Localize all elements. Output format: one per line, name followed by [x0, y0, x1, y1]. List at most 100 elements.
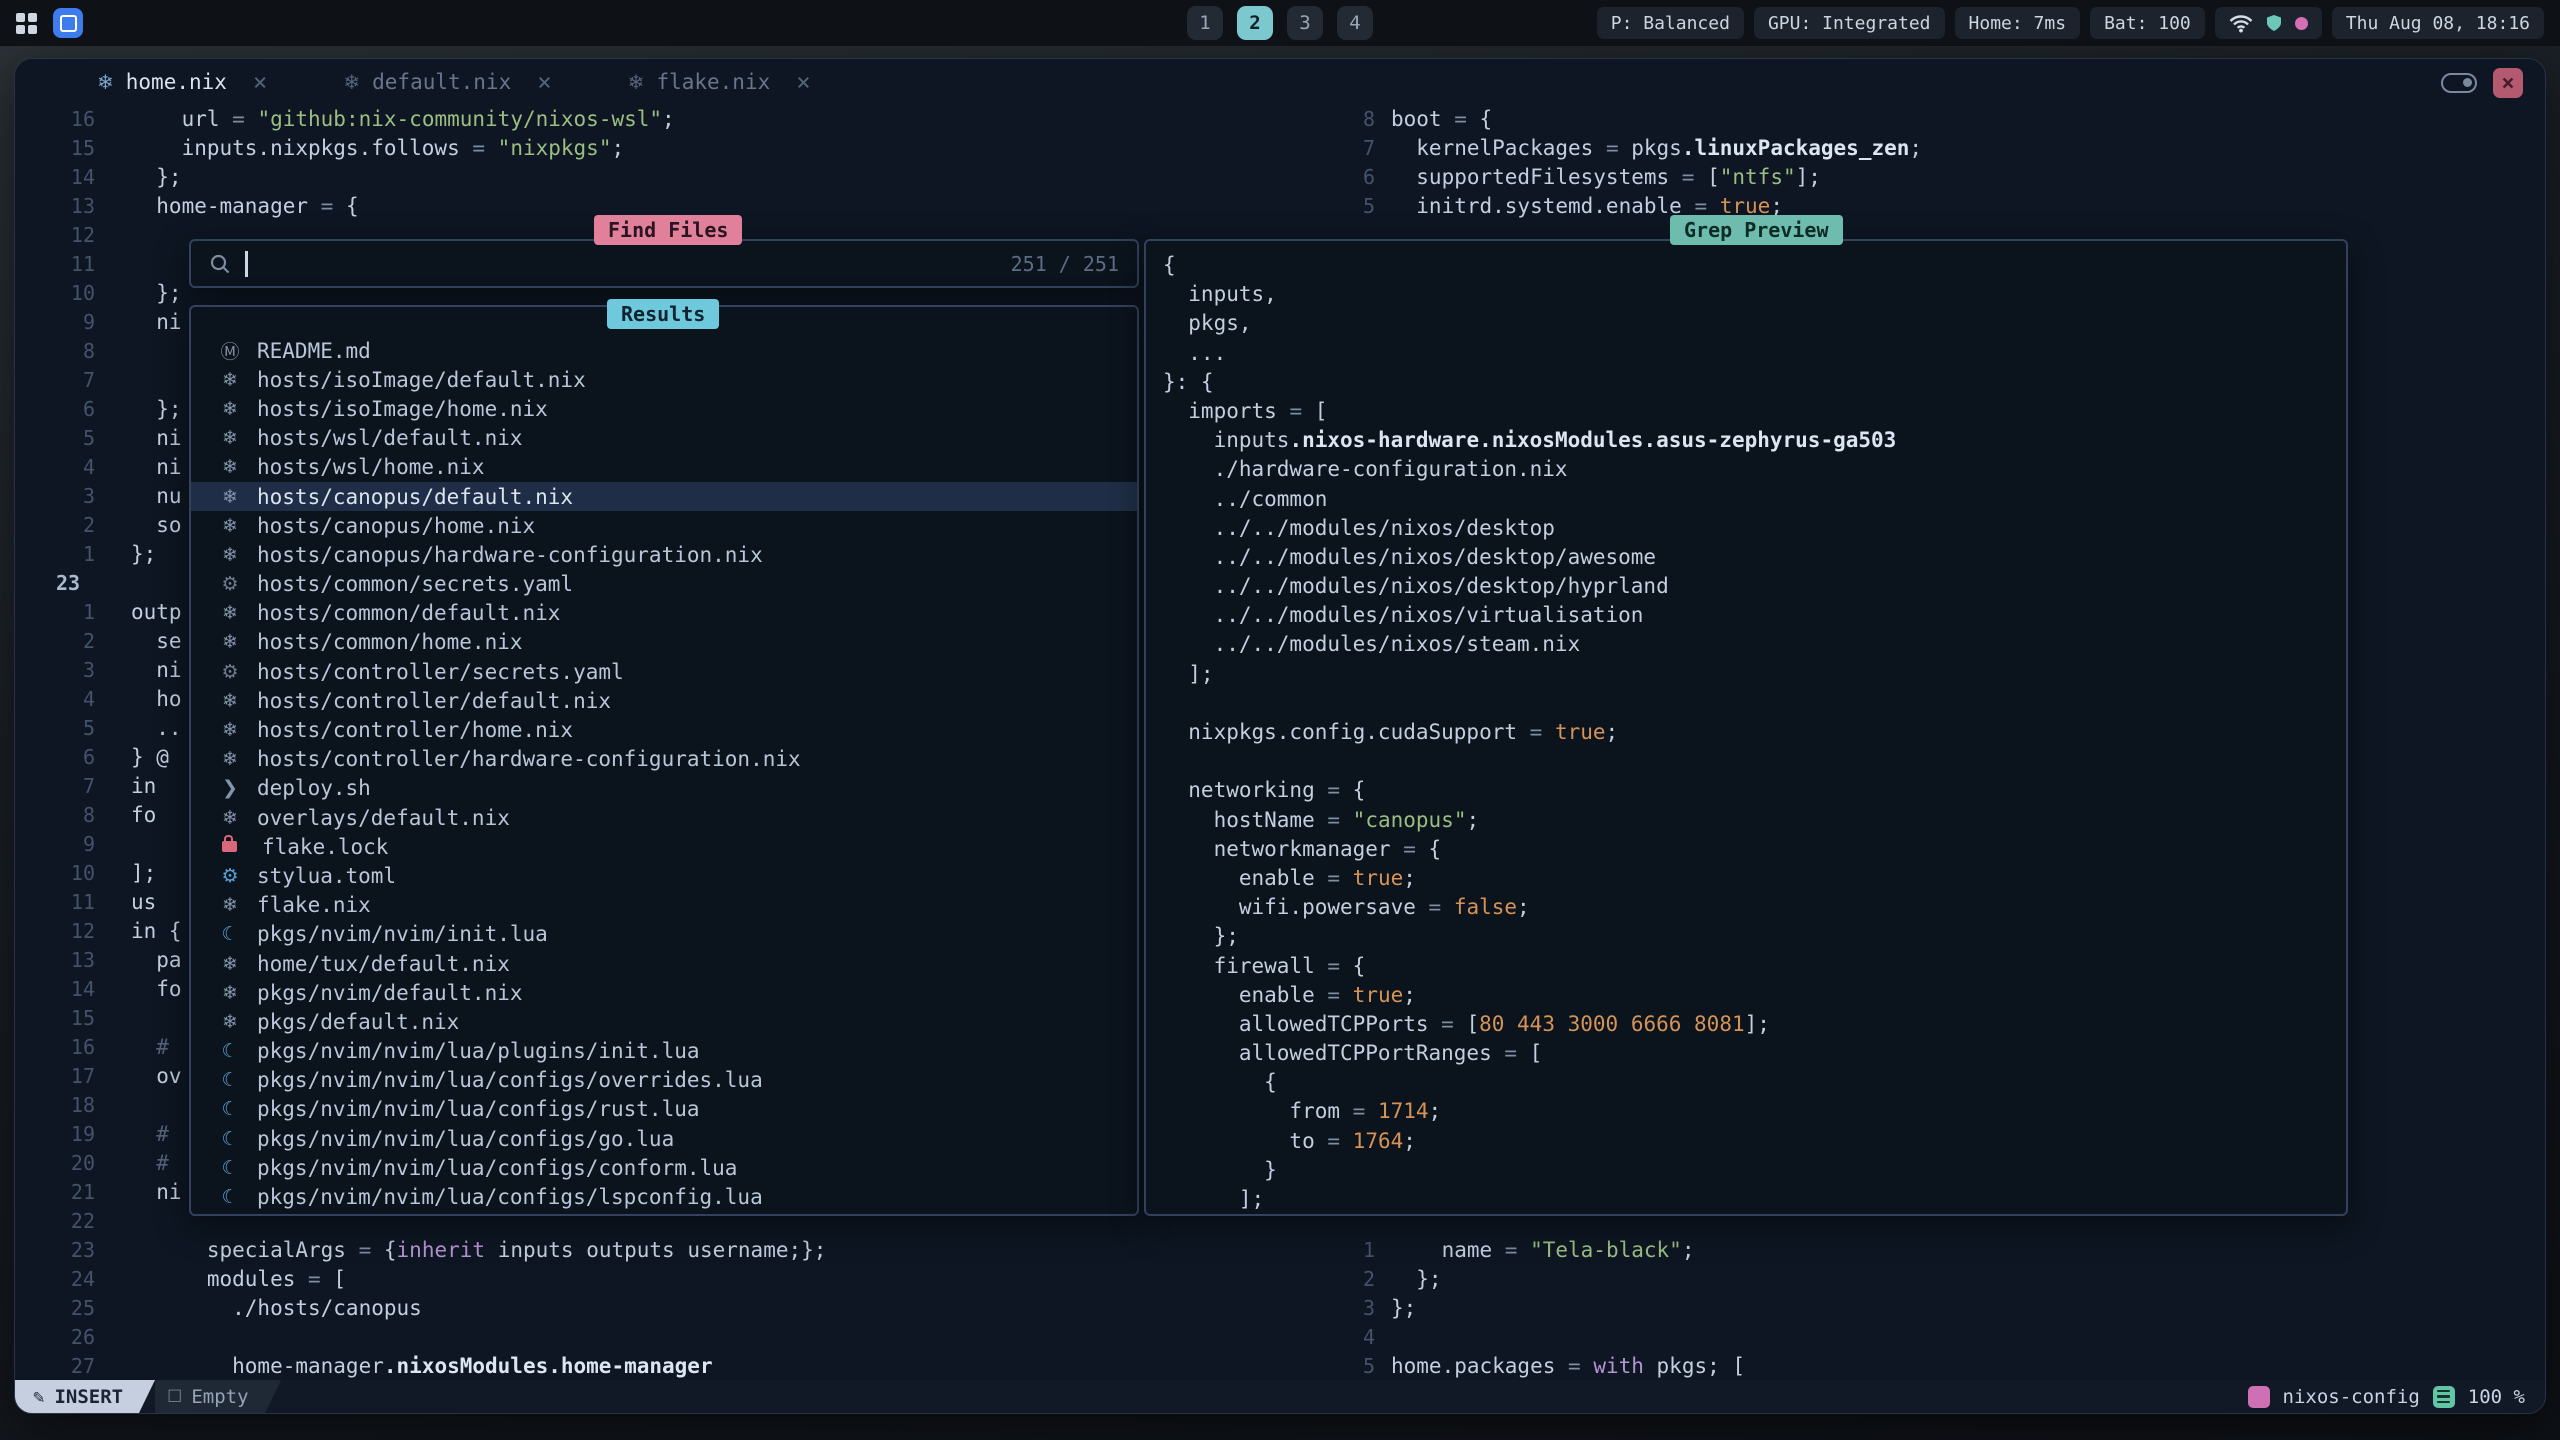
- line-number: 7: [15, 772, 95, 801]
- finder-result[interactable]: ❄hosts/wsl/home.nix: [191, 453, 1137, 482]
- code-line: 25 ./hosts/canopus: [15, 1294, 826, 1323]
- workspace-3[interactable]: 3: [1287, 6, 1323, 40]
- lua-file-icon: ☾: [217, 1157, 243, 1179]
- tab-default.nix[interactable]: ❄default.nix×: [305, 59, 589, 105]
- line-number: 1: [1319, 1236, 1375, 1265]
- tab-home.nix[interactable]: ❄home.nix×: [59, 59, 305, 105]
- finder-result[interactable]: ☾pkgs/nvim/nvim/lua/configs/rust.lua: [191, 1095, 1137, 1124]
- finder-result[interactable]: ❄hosts/common/home.nix: [191, 628, 1137, 657]
- code-line: 16 url = "github:nix-community/nixos-wsl…: [15, 105, 675, 134]
- finder-result[interactable]: ❯ deploy.sh: [191, 774, 1137, 803]
- finder-result[interactable]: ☾pkgs/nvim/nvim/lua/configs/go.lua: [191, 1124, 1137, 1153]
- search-icon: [209, 253, 231, 275]
- tray-module[interactable]: [2215, 7, 2322, 39]
- file-name: README.md: [257, 339, 371, 363]
- finder-result[interactable]: flake.lock: [191, 832, 1137, 861]
- finder-result[interactable]: ❄hosts/wsl/default.nix: [191, 424, 1137, 453]
- workspaces: 1234: [1187, 6, 1373, 40]
- finder-result[interactable]: ⚙hosts/common/secrets.yaml: [191, 570, 1137, 599]
- line-number: 22: [15, 1207, 95, 1236]
- buffer-indicator: ☐ Empty: [155, 1380, 264, 1413]
- preview-line: networkmanager = {: [1163, 835, 2346, 864]
- preview-panel[interactable]: { inputs, pkgs, ...}: { imports = [ inpu…: [1144, 239, 2348, 1216]
- notification-dot-icon: [2295, 17, 2308, 30]
- editor-pane-right-bottom[interactable]: 1 name = "Tela-black";2 };3};45home.pack…: [1319, 1236, 1745, 1380]
- close-window-button[interactable]: ×: [2493, 68, 2523, 98]
- finder-result[interactable]: ❄pkgs/nvim/default.nix: [191, 978, 1137, 1007]
- finder-result[interactable]: ❄hosts/canopus/default.nix: [191, 482, 1137, 511]
- pinned-app-icon[interactable]: [53, 8, 83, 38]
- finder-result[interactable]: ❄pkgs/default.nix: [191, 1007, 1137, 1036]
- tab-flake.nix[interactable]: ❄flake.nix×: [590, 59, 849, 105]
- preview-line: hostName = "canopus";: [1163, 806, 2346, 835]
- file-name: hosts/canopus/default.nix: [257, 485, 573, 509]
- project-label: nixos-config: [2283, 1386, 2420, 1408]
- finder-result[interactable]: ❄overlays/default.nix: [191, 803, 1137, 832]
- code-line: 7 kernelPackages = pkgs.linuxPackages_ze…: [1319, 134, 1922, 163]
- code-line: 2 };: [1319, 1265, 1745, 1294]
- buffer-label: Empty: [191, 1386, 248, 1408]
- workspace-4[interactable]: 4: [1337, 6, 1373, 40]
- finder-result[interactable]: ❄hosts/controller/home.nix: [191, 715, 1137, 744]
- launcher-icon[interactable]: [16, 13, 37, 34]
- lua-file-icon: ☾: [217, 1069, 243, 1091]
- line-number: 8: [15, 337, 95, 366]
- workspace-2[interactable]: 2: [1237, 6, 1273, 40]
- preview-line: {: [1163, 251, 2346, 280]
- line-number: 14: [15, 975, 95, 1004]
- finder-result[interactable]: ☾ pkgs/nvim/nvim/lua/plugins/init.lua: [191, 1037, 1137, 1066]
- file-name: pkgs/nvim/nvim/lua/plugins/init.lua: [257, 1039, 700, 1063]
- nix-file-icon: ❄: [217, 719, 243, 741]
- preview-line: networking = {: [1163, 776, 2346, 805]
- close-tab-icon[interactable]: ×: [796, 68, 810, 96]
- lua-file-icon: ☾: [217, 1040, 243, 1062]
- finder-result[interactable]: ❄hosts/common/default.nix: [191, 599, 1137, 628]
- close-tab-icon[interactable]: ×: [253, 68, 267, 96]
- ping-module[interactable]: Home: 7ms: [1955, 7, 2081, 39]
- ping-label: Home: 7ms: [1969, 13, 2067, 34]
- finder-result[interactable]: ⚙hosts/controller/secrets.yaml: [191, 657, 1137, 686]
- finder-result[interactable]: ❄hosts/canopus/hardware-configuration.ni…: [191, 540, 1137, 569]
- nix-icon: ❄: [343, 70, 360, 94]
- mode-label: INSERT: [54, 1386, 123, 1408]
- preview-line: firewall = {: [1163, 952, 2346, 981]
- mode-indicator: ✎ INSERT: [15, 1380, 139, 1413]
- finder-result[interactable]: ❄home/tux/default.nix: [191, 949, 1137, 978]
- finder-result[interactable]: ☾pkgs/nvim/nvim/lua/configs/lspconfig.lu…: [191, 1182, 1137, 1211]
- battery-module[interactable]: Bat: 100: [2090, 7, 2205, 39]
- file-name: pkgs/nvim/nvim/lua/configs/lspconfig.lua: [257, 1185, 763, 1209]
- finder-result[interactable]: ❄hosts/isoImage/default.nix: [191, 365, 1137, 394]
- code-line: 23 specialArgs = {inherit inputs outputs…: [15, 1236, 826, 1265]
- workspace-1[interactable]: 1: [1187, 6, 1223, 40]
- line-number: 15: [15, 134, 95, 163]
- finder-prompt[interactable]: 251 / 251: [189, 239, 1139, 288]
- finder-result[interactable]: ☾pkgs/nvim/nvim/lua/configs/overrides.lu…: [191, 1066, 1137, 1095]
- finder-result[interactable]: ❄hosts/isoImage/home.nix: [191, 394, 1137, 423]
- finder-result[interactable]: ⚙stylua.toml: [191, 861, 1137, 890]
- results-list: ⓂREADME.md❄hosts/isoImage/default.nix❄ho…: [191, 307, 1137, 1214]
- gpu-module[interactable]: GPU: Integrated: [1754, 7, 1945, 39]
- sh-file-icon: ❯: [217, 777, 243, 799]
- nix-file-icon: ❄: [217, 427, 243, 449]
- clock-module[interactable]: Thu Aug 08, 18:16: [2332, 7, 2544, 39]
- preview-line: ../../modules/nixos/virtualisation: [1163, 601, 2346, 630]
- finder-result[interactable]: ❄hosts/controller/default.nix: [191, 686, 1137, 715]
- code-line: 26: [15, 1323, 826, 1352]
- code-line: 6 supportedFilesystems = ["ntfs"];: [1319, 163, 1922, 192]
- view-toggle-icon[interactable]: [2441, 73, 2477, 93]
- close-tab-icon[interactable]: ×: [537, 68, 551, 96]
- file-name: pkgs/nvim/nvim/lua/configs/conform.lua: [257, 1156, 737, 1180]
- finder-result[interactable]: ⓂREADME.md: [191, 336, 1137, 365]
- code-line: 5home.packages = with pkgs; [: [1319, 1352, 1745, 1380]
- results-panel[interactable]: ⓂREADME.md❄hosts/isoImage/default.nix❄ho…: [189, 305, 1139, 1216]
- finder-result[interactable]: ❄hosts/canopus/home.nix: [191, 511, 1137, 540]
- line-number: 9: [15, 308, 95, 337]
- file-name: deploy.sh: [257, 776, 371, 800]
- power-profile-module[interactable]: P: Balanced: [1597, 7, 1744, 39]
- finder-result[interactable]: ☾ pkgs/nvim/nvim/lua/configs/conform.lua: [191, 1153, 1137, 1182]
- finder-result[interactable]: ☾pkgs/nvim/nvim/init.lua: [191, 920, 1137, 949]
- editor-pane-right-top[interactable]: 8boot = {7 kernelPackages = pkgs.linuxPa…: [1319, 105, 1922, 221]
- finder-result[interactable]: ❄hosts/controller/hardware-configuration…: [191, 745, 1137, 774]
- preview-line: ../../modules/nixos/desktop: [1163, 514, 2346, 543]
- finder-result[interactable]: ❄flake.nix: [191, 891, 1137, 920]
